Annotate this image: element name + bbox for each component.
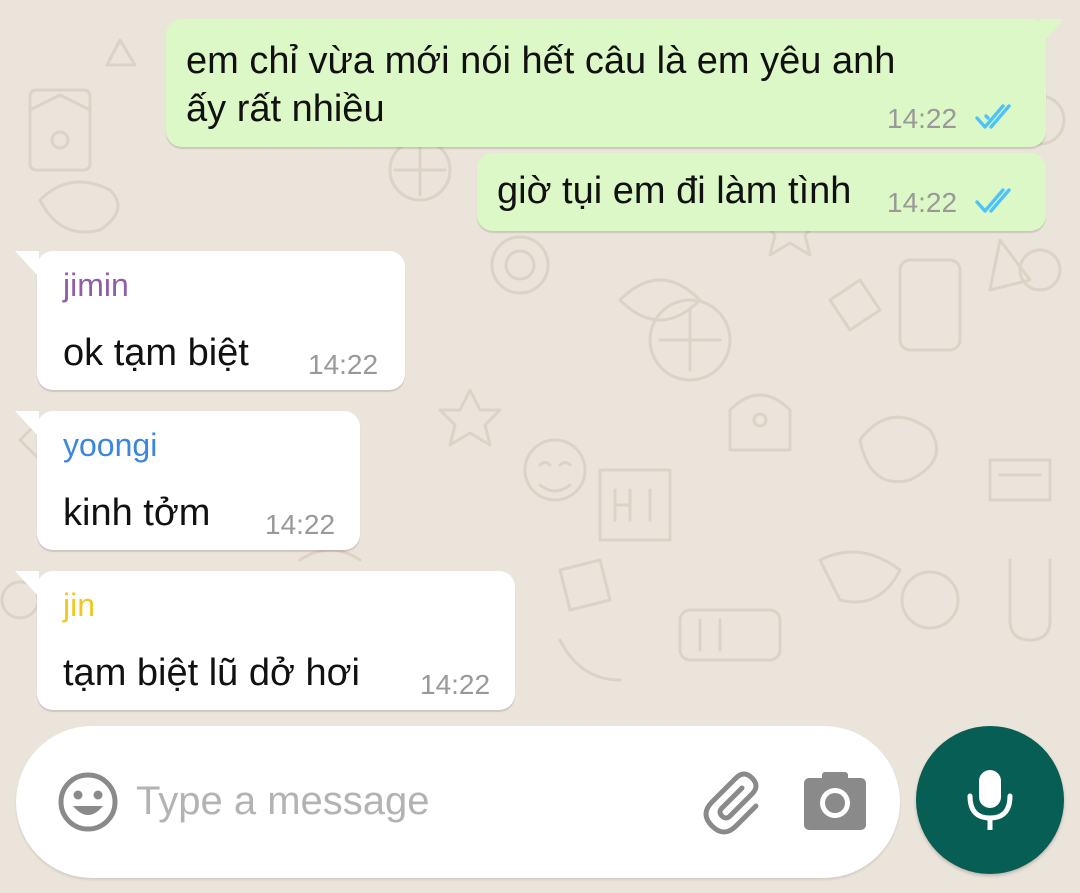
message-time: 14:22	[420, 669, 491, 700]
emoji-icon[interactable]	[56, 770, 120, 834]
message-bubble-outgoing[interactable]: giờ tụi em đi làm tình 14:22	[477, 153, 1046, 231]
microphone-icon	[967, 770, 1013, 830]
message-text: ok tạm biệt	[63, 332, 249, 374]
message-composer	[16, 726, 900, 878]
message-text: giờ tụi em đi làm tình	[497, 170, 852, 212]
message-bubble-incoming[interactable]: yoongi kinh tởm 14:22	[15, 411, 360, 550]
paperclip-icon[interactable]	[696, 766, 768, 838]
message-bubble-incoming[interactable]: jin tạm biệt lũ dở hơi 14:22	[15, 571, 515, 710]
message-text: em chỉ vừa mới nói hết câu là em yêu anh…	[186, 40, 896, 130]
mic-button[interactable]	[916, 726, 1064, 874]
double-check-read-icon	[975, 104, 1011, 129]
message-time: 14:22	[308, 349, 379, 380]
message-text: tạm biệt lũ dở hơi	[63, 652, 360, 694]
message-time: 14:22	[887, 103, 958, 134]
camera-icon[interactable]	[802, 770, 868, 832]
message-time: 14:22	[887, 187, 958, 218]
bubble-tail	[15, 251, 39, 277]
message-bubble-outgoing[interactable]: em chỉ vừa mới nói hết câu là em yêu anh…	[166, 19, 1064, 147]
sender-name[interactable]: jin	[63, 587, 95, 624]
sender-name[interactable]: jimin	[63, 267, 129, 304]
message-text: kinh tởm	[63, 492, 211, 534]
sender-name[interactable]: yoongi	[63, 427, 157, 464]
bubble-tail	[15, 571, 39, 597]
message-time: 14:22	[265, 509, 336, 540]
message-input[interactable]	[136, 771, 686, 831]
double-check-read-icon	[975, 188, 1011, 213]
message-bubble-incoming[interactable]: jimin ok tạm biệt 14:22	[15, 251, 405, 390]
bubble-tail	[15, 411, 39, 437]
bubble-tail	[1040, 19, 1064, 45]
